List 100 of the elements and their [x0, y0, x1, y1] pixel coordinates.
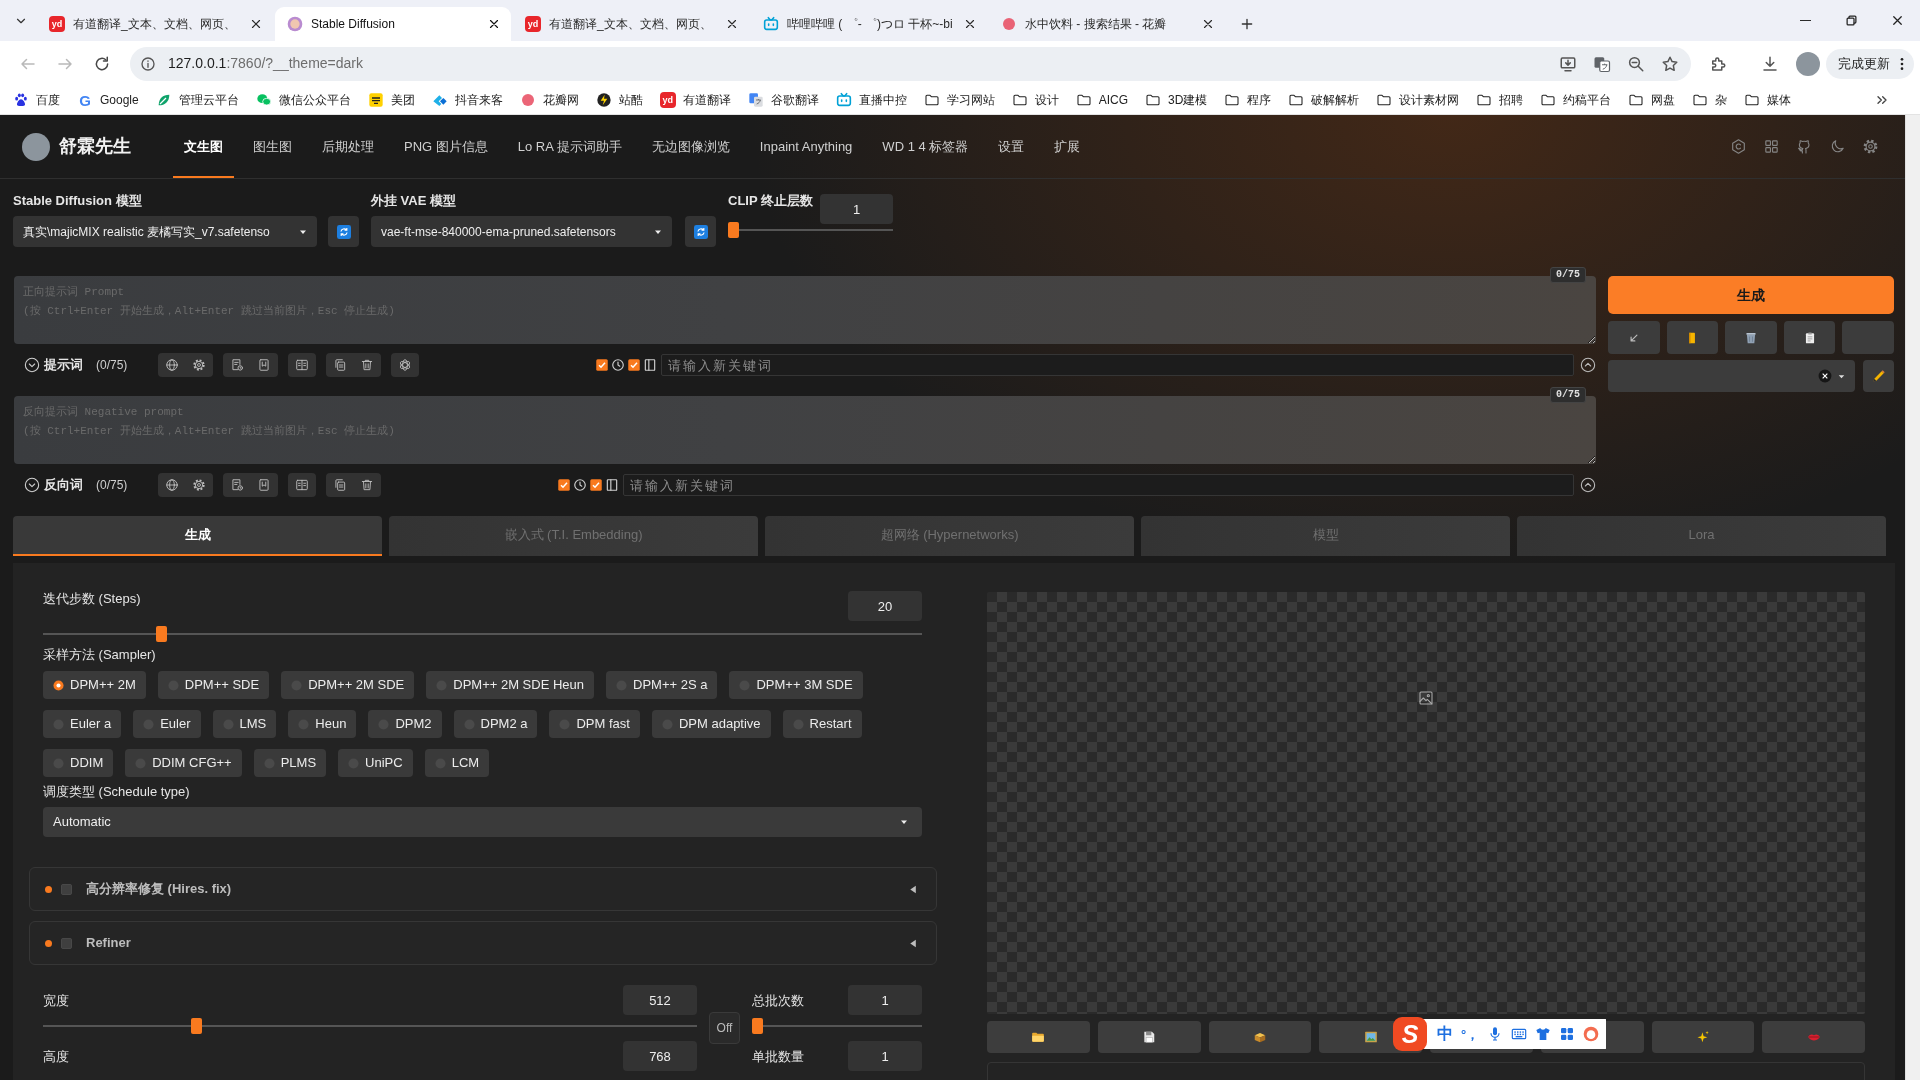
accordion-header[interactable]: 高分辨率修复 (Hires. fix): [29, 867, 937, 911]
clear-icon[interactable]: [1818, 369, 1832, 383]
sampler-option[interactable]: DPM++ 2M: [43, 671, 146, 699]
sampler-option[interactable]: DPM fast: [549, 710, 640, 738]
sampler-option[interactable]: LCM: [424, 749, 490, 777]
trash-icon[interactable]: [360, 478, 375, 492]
bookmark[interactable]: 美团: [367, 91, 415, 109]
cat-logo-icon[interactable]: [1796, 138, 1813, 155]
generate-button[interactable]: 生成: [1608, 276, 1894, 314]
sampler-option[interactable]: DDIM CFG++: [125, 749, 242, 777]
bookmark-folder[interactable]: 媒体: [1744, 91, 1792, 109]
bookmark-folder[interactable]: 程序: [1224, 91, 1272, 109]
keyword-input[interactable]: 请输入新关键词: [661, 354, 1574, 376]
moon-icon[interactable]: [1829, 138, 1846, 155]
close-icon[interactable]: [963, 17, 977, 31]
reload-icon[interactable]: [93, 54, 111, 73]
output-button[interactable]: [1097, 1021, 1201, 1053]
checkbox[interactable]: [590, 479, 603, 491]
grid-icon[interactable]: [1763, 138, 1780, 155]
batch-count-input[interactable]: 1: [848, 985, 922, 1015]
input-mode[interactable]: 中: [1437, 1026, 1453, 1042]
zoom-out-icon[interactable]: [1627, 54, 1645, 73]
checkbox[interactable]: [596, 359, 609, 371]
close-icon[interactable]: [725, 17, 739, 31]
tab[interactable]: 生成: [13, 516, 382, 556]
close-icon[interactable]: [249, 17, 263, 31]
batch-size-input[interactable]: 1: [848, 1041, 922, 1071]
nav-tab[interactable]: 后期处理: [311, 115, 385, 178]
punctuation-mode[interactable]: °，: [1461, 1027, 1480, 1041]
bookmark-folder[interactable]: 杂: [1692, 91, 1728, 109]
bookmark-icon[interactable]: [257, 478, 272, 492]
bookmark[interactable]: 百度: [13, 91, 60, 109]
tool-button[interactable]: [1666, 321, 1719, 354]
bookmark[interactable]: 微信公众平台: [255, 91, 351, 109]
sampler-option[interactable]: UniPC: [338, 749, 413, 777]
copy-icon[interactable]: [333, 478, 348, 492]
sampler-option[interactable]: Euler a: [43, 710, 122, 738]
bookmark[interactable]: 管理云平台: [155, 91, 239, 109]
settings-icon[interactable]: [1862, 138, 1879, 155]
ring-icon[interactable]: [1583, 1026, 1600, 1042]
update-button[interactable]: 完成更新: [1826, 48, 1914, 79]
nav-tab[interactable]: 无边图像浏览: [640, 115, 741, 178]
refresh-button[interactable]: [685, 216, 716, 247]
sampler-option[interactable]: Euler: [133, 710, 201, 738]
bookmark-folder[interactable]: 设计: [1011, 91, 1059, 109]
vae-dropdown[interactable]: vae-ft-mse-840000-ema-pruned.safetensors: [371, 216, 672, 247]
hexagon-icon[interactable]: [1730, 138, 1747, 155]
checkbox[interactable]: [628, 359, 641, 371]
puzzle-icon[interactable]: [1709, 54, 1727, 73]
slider-thumb[interactable]: [155, 626, 167, 642]
browser-tab[interactable]: yd 有道翻译_文本、文档、网页、: [513, 7, 749, 41]
sampler-option[interactable]: DPM++ 2M SDE Heun: [426, 671, 595, 699]
bookmark-folder[interactable]: 网盘: [1628, 91, 1676, 109]
atom-icon[interactable]: [398, 358, 413, 372]
model-dropdown[interactable]: 真实\majicMIX realistic 麦橘写实_v7.safetenso: [13, 216, 317, 247]
aspect-button[interactable]: Off: [709, 1012, 740, 1044]
copy-icon[interactable]: [333, 358, 348, 372]
download-icon[interactable]: [1761, 54, 1779, 73]
settings-icon[interactable]: [192, 358, 207, 372]
height-input[interactable]: 768: [623, 1041, 697, 1071]
install-icon[interactable]: [1559, 54, 1577, 73]
expand-icon[interactable]: [1580, 357, 1596, 373]
scrollbar-track[interactable]: [1905, 115, 1920, 1080]
globe-icon[interactable]: [165, 478, 180, 492]
bookmark-folder[interactable]: 破解解析: [1288, 91, 1360, 109]
grid-icon[interactable]: [1559, 1026, 1576, 1042]
ime-logo-icon[interactable]: S: [1393, 1017, 1427, 1051]
shirt-icon[interactable]: [1535, 1026, 1552, 1042]
slider-thumb[interactable]: [752, 1018, 763, 1034]
bookmark[interactable]: 谷歌翻译: [747, 91, 819, 109]
sampler-option[interactable]: Heun: [288, 710, 357, 738]
bookmark[interactable]: 抖音来客: [431, 91, 503, 109]
schedule-dropdown[interactable]: Automatic: [43, 807, 922, 837]
checkbox[interactable]: [558, 479, 571, 491]
accordion-header[interactable]: Refiner: [29, 921, 937, 965]
info-icon[interactable]: [140, 55, 156, 72]
width-input[interactable]: 512: [623, 985, 697, 1015]
globe-icon[interactable]: [165, 358, 180, 372]
bookmark-folder[interactable]: 约稿平台: [1540, 91, 1612, 109]
nav-tab[interactable]: 扩展: [1043, 115, 1092, 178]
slider-thumb[interactable]: [190, 1018, 202, 1034]
sampler-option[interactable]: DPM++ 2M SDE: [281, 671, 415, 699]
bookmark-icon[interactable]: [257, 358, 272, 372]
sampler-option[interactable]: DPM2 a: [453, 710, 538, 738]
checkbox[interactable]: [61, 883, 72, 895]
bookmark[interactable]: 花瓣网: [519, 91, 579, 109]
columns-icon[interactable]: [295, 478, 310, 492]
expand-icon[interactable]: [1580, 477, 1596, 493]
slider-thumb[interactable]: [728, 222, 739, 238]
address-bar[interactable]: 127.0.0.1:7860/?__theme=dark: [130, 46, 1691, 81]
bookmark[interactable]: 站酷: [595, 91, 643, 109]
sampler-option[interactable]: DPM2: [368, 710, 442, 738]
settings-icon[interactable]: [192, 478, 207, 492]
columns-icon[interactable]: [295, 358, 310, 372]
clip-skip-input[interactable]: 1: [820, 194, 893, 224]
close-icon[interactable]: [1201, 17, 1215, 31]
trash-icon[interactable]: [360, 358, 375, 372]
browser-tab[interactable]: yd 有道翻译_文本、文档、网页、: [37, 7, 273, 41]
star-icon[interactable]: [1661, 54, 1679, 73]
translate-icon[interactable]: [1593, 54, 1611, 73]
